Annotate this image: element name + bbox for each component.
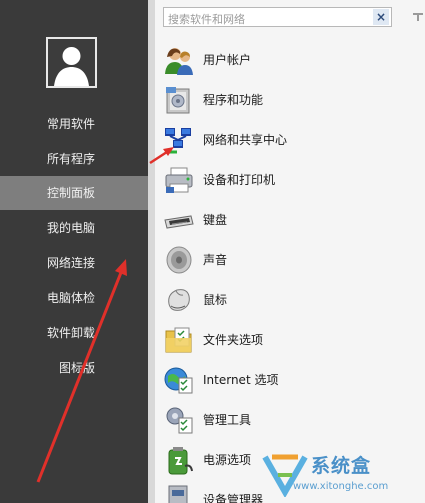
cp-item-label: 键盘 bbox=[203, 213, 228, 227]
search-box: × bbox=[163, 7, 392, 29]
device-manager-icon bbox=[168, 485, 188, 503]
user-silhouette-icon bbox=[54, 47, 89, 86]
sidebar-item-icon-view[interactable]: 图标版 bbox=[0, 351, 148, 385]
printer-icon bbox=[165, 167, 193, 193]
cp-item-mouse[interactable]: 鼠标 bbox=[163, 282, 413, 318]
sidebar-item-control-panel[interactable]: 控制面板 bbox=[0, 176, 148, 210]
cp-item-internet-options[interactable]: Internet 选项 bbox=[163, 362, 413, 398]
close-icon[interactable]: × bbox=[373, 9, 389, 25]
pin-icon[interactable] bbox=[412, 11, 424, 23]
cp-item-label: 文件夹选项 bbox=[203, 333, 264, 347]
cp-item-label: 电源选项 bbox=[203, 453, 252, 467]
cp-item-network-sharing[interactable]: 网络和共享中心 bbox=[163, 122, 413, 158]
cp-item-label: 管理工具 bbox=[203, 413, 252, 427]
network-sharing-icon bbox=[165, 128, 191, 154]
sidebar-item-pc-checkup[interactable]: 电脑体检 bbox=[0, 281, 148, 315]
watermark: 系统盒 www.xitonghe.com bbox=[258, 443, 425, 503]
cp-item-label: 设备和打印机 bbox=[203, 173, 276, 187]
cp-item-sound[interactable]: 声音 bbox=[163, 242, 413, 278]
cp-item-user-accounts[interactable]: 用户帐户 bbox=[163, 42, 413, 78]
watermark-url: www.xitonghe.com bbox=[293, 481, 389, 492]
programs-features-icon bbox=[166, 87, 190, 114]
sidebar-item-network-connection[interactable]: 网络连接 bbox=[0, 246, 148, 280]
sidebar-item-common-software[interactable]: 常用软件 bbox=[0, 107, 148, 141]
cp-item-devices-printers[interactable]: 设备和打印机 bbox=[163, 162, 413, 198]
sidebar-item-all-programs[interactable]: 所有程序 bbox=[0, 142, 148, 176]
cp-item-label: 设备管理器 bbox=[203, 493, 264, 503]
panel-divider bbox=[148, 0, 155, 503]
sidebar-item-my-computer[interactable]: 我的电脑 bbox=[0, 211, 148, 245]
mouse-icon bbox=[168, 289, 190, 311]
speaker-icon bbox=[166, 246, 192, 274]
cp-item-label: 声音 bbox=[203, 253, 228, 267]
cp-item-label: 程序和功能 bbox=[203, 93, 264, 107]
cp-item-label: 网络和共享中心 bbox=[203, 133, 288, 147]
keyboard-icon bbox=[164, 215, 194, 229]
cp-item-label: 鼠标 bbox=[203, 293, 228, 307]
folder-options-icon bbox=[165, 327, 192, 353]
cp-item-keyboard[interactable]: 键盘 bbox=[163, 202, 413, 238]
cp-item-label: 用户帐户 bbox=[203, 53, 252, 67]
admin-tools-icon bbox=[166, 407, 193, 434]
internet-options-icon bbox=[164, 367, 193, 394]
user-accounts-icon bbox=[165, 48, 193, 75]
avatar[interactable] bbox=[46, 37, 97, 88]
watermark-text: 系统盒 bbox=[311, 455, 372, 477]
cp-item-folder-options[interactable]: 文件夹选项 bbox=[163, 322, 413, 358]
cp-item-programs-features[interactable]: 程序和功能 bbox=[163, 82, 413, 118]
sidebar-item-uninstall[interactable]: 软件卸载 bbox=[0, 316, 148, 350]
control-panel-list: × 用户帐户 程序和功能 bbox=[155, 0, 425, 503]
search-input[interactable] bbox=[164, 10, 368, 29]
power-options-icon bbox=[168, 447, 193, 475]
sidebar: 常用软件 所有程序 控制面板 我的电脑 网络连接 电脑体检 软件卸载 图标版 bbox=[0, 0, 148, 503]
cp-item-admin-tools[interactable]: 管理工具 bbox=[163, 402, 413, 438]
cp-item-label: Internet 选项 bbox=[203, 373, 279, 387]
